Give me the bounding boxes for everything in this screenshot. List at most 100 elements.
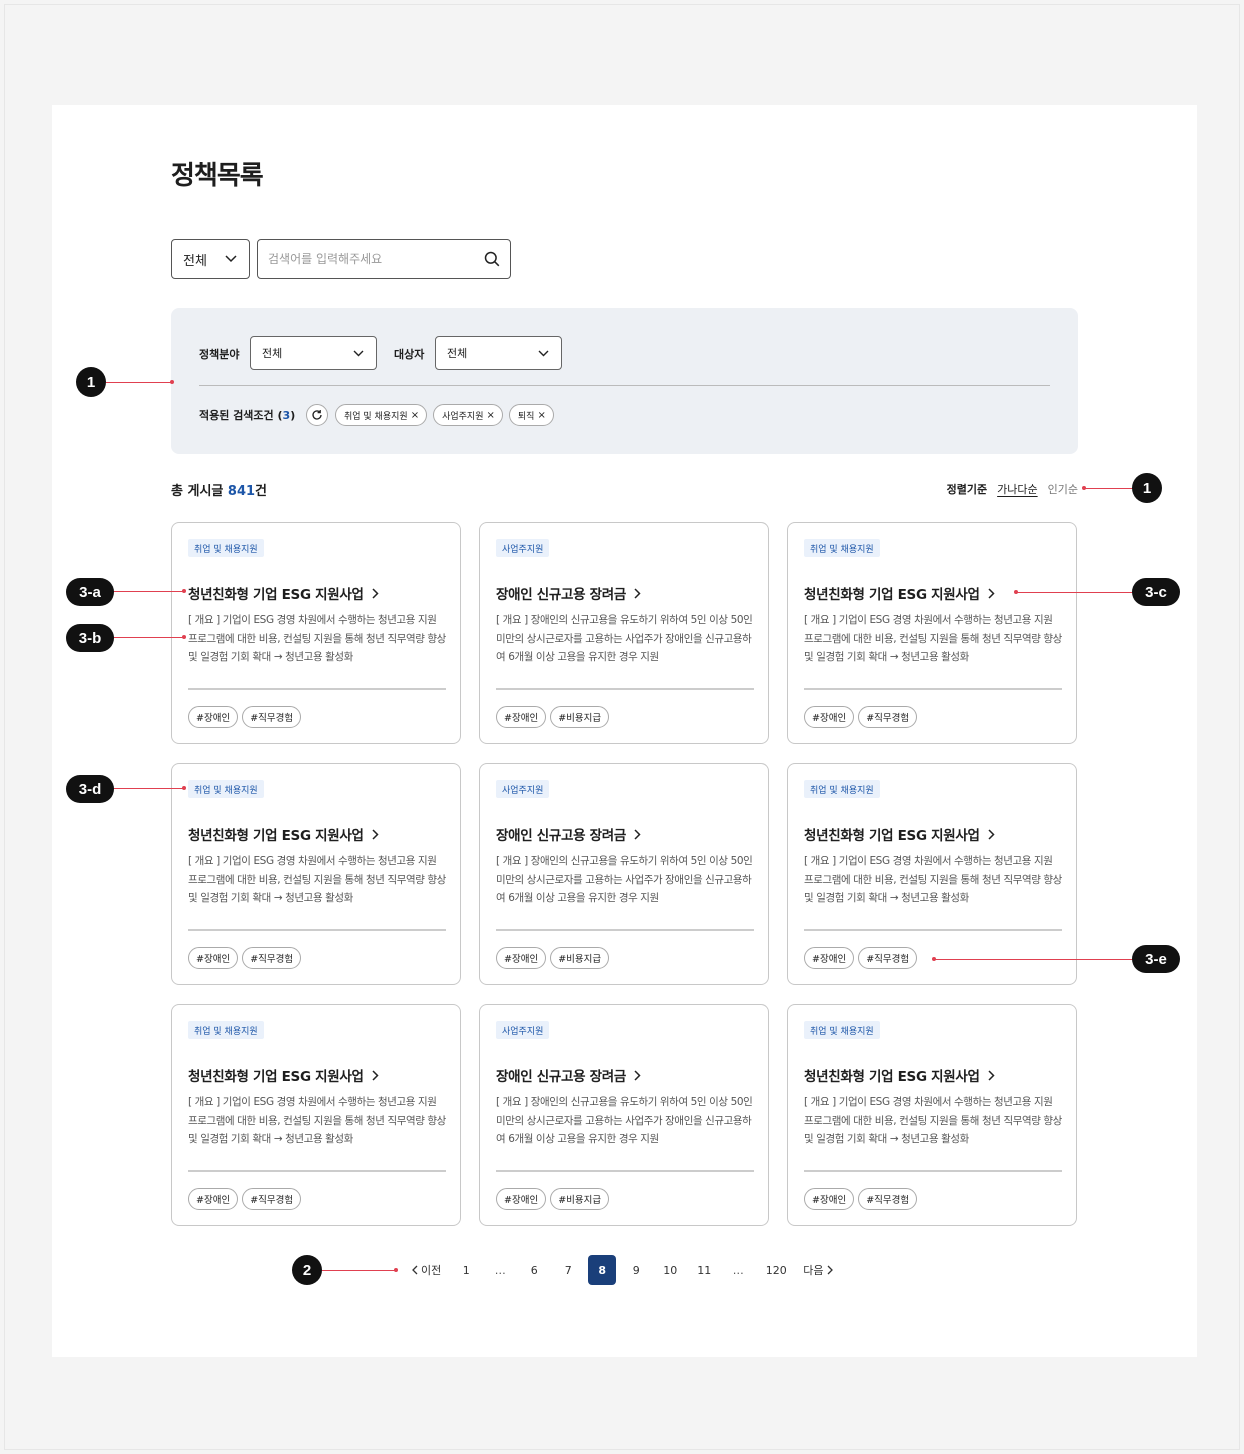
next-page-button[interactable]: 다음 [803,1262,833,1278]
policy-card[interactable]: 취업 및 채용지원청년친화형 기업 ESG 지원사업 [ 개요 ] 기업이 ESG… [787,763,1077,985]
applied-label-text: 적용된 검색조건 [199,409,274,422]
annotation-marker-title: 3-a [66,578,114,606]
policy-card[interactable]: 취업 및 채용지원 청년친화형 기업 ESG 지원사업 [ 개요 ] 기업이 ESG… [171,522,461,744]
total-prefix: 총 게시글 [171,484,224,499]
chevron-right-icon [827,1265,833,1275]
next-label: 다음 [803,1264,824,1277]
target-value: 전체 [447,347,468,360]
card-title-link[interactable]: 청년친화형 기업 ESG 지원사업 [188,824,379,844]
hashtag[interactable]: #장애인 [496,947,547,969]
page-link[interactable]: 6 [517,1264,551,1277]
card-title-link[interactable]: 장애인 신규고용 장려금 [496,583,641,603]
hashtag[interactable]: #장애인 [188,706,239,728]
card-title: 청년친화형 기업 ESG 지원사업 [188,828,364,844]
card-title: 청년친화형 기업 ESG 지원사업 [804,828,980,844]
hashtag[interactable]: #직무경험 [858,947,918,969]
search-input[interactable] [268,252,484,266]
hashtag[interactable]: #비용지급 [550,947,610,969]
policy-card[interactable]: 사업주지원 장애인 신규고용 장려금 [ 개요 ] 장애인의 신규고용을 유도하기 … [479,1004,769,1226]
policy-card[interactable]: 취업 및 채용지원청년친화형 기업 ESG 지원사업 [ 개요 ] 기업이 ESG… [171,763,461,985]
category-badge: 사업주지원 [496,1021,550,1039]
sort-alphabetical[interactable]: 가나다순 [997,481,1037,497]
chevron-right-icon [988,1069,995,1081]
hashtag[interactable]: #직무경험 [242,947,302,969]
annotation-dot [932,957,936,961]
hashtag[interactable]: #장애인 [804,1188,855,1210]
page-link[interactable]: 120 [755,1264,797,1277]
card-tags: #장애인 #비용지급 [496,706,610,728]
card-title-link[interactable]: 청년친화형 기업 ESG 지원사업 [188,583,379,603]
category-badge: 취업 및 채용지원 [804,539,880,557]
card-description: [ 개요 ] 장애인의 신규고용을 유도하기 위하여 5인 이상 50인 미만의… [496,855,753,904]
page-link[interactable]: 1 [449,1264,483,1277]
hashtag[interactable]: #비용지급 [550,1188,610,1210]
total-suffix: 건 [255,484,268,499]
card-title-link[interactable]: 청년친화형 기업 ESG 지원사업 [804,583,995,603]
annotation-line [106,382,172,383]
policy-card[interactable]: 취업 및 채용지원청년친화형 기업 ESG 지원사업 [ 개요 ] 기업이 ESG… [787,522,1077,744]
policy-card[interactable]: 사업주지원 장애인 신규고용 장려금 [ 개요 ] 장애인의 신규고용을 유도하기 … [479,522,769,744]
page-link[interactable]: 9 [619,1264,653,1277]
hashtag[interactable]: #장애인 [804,706,855,728]
card-title-link[interactable]: 청년친화형 기업 ESG 지원사업 [188,1065,379,1085]
hashtag[interactable]: #장애인 [188,947,239,969]
policy-field-select[interactable]: 전체 [250,336,377,370]
hashtag[interactable]: #장애인 [496,706,547,728]
chip-label: 사업주지원 [442,411,484,422]
page-link[interactable]: 11 [687,1264,721,1277]
hashtag[interactable]: #직무경험 [242,706,302,728]
target-label: 대상자 [394,348,425,361]
category-badge: 취업 및 채용지원 [804,780,880,798]
filter-divider [199,385,1050,386]
close-icon[interactable]: × [537,410,545,421]
policy-field-label: 정책분야 [199,348,240,361]
card-description: [ 개요 ] 기업이 ESG 경영 차원에서 수행하는 청년고용 지원 프로그램… [188,855,446,904]
chevron-down-icon [353,350,364,356]
page-current[interactable]: 8 [588,1255,617,1285]
annotation-dot [182,589,186,593]
card-title: 청년친화형 기업 ESG 지원사업 [188,587,364,603]
close-icon[interactable]: × [411,410,419,421]
target-select[interactable]: 전체 [435,336,562,370]
filter-chip[interactable]: 취업 및 채용지원 × [335,404,428,426]
page-link[interactable]: 7 [551,1264,585,1277]
card-description: [ 개요 ] 기업이 ESG 경영 차원에서 수행하는 청년고용 지원 프로그램… [804,855,1062,904]
card-tags: #장애인 #직무경험 [188,947,302,969]
card-title-link[interactable]: 장애인 신규고용 장려금 [496,824,641,844]
card-tags: #장애인 #직무경험 [804,947,918,969]
card-divider [188,1170,446,1172]
filter-chip[interactable]: 퇴직 × [508,404,554,426]
hashtag[interactable]: #장애인 [188,1188,239,1210]
hashtag[interactable]: #직무경험 [242,1188,302,1210]
card-title: 청년친화형 기업 ESG 지원사업 [804,1069,980,1085]
policy-card[interactable]: 사업주지원장애인 신규고용 장려금 [ 개요 ] 장애인의 신규고용을 유도하기 … [479,763,769,985]
refresh-icon [312,410,322,420]
hashtag[interactable]: #비용지급 [550,706,610,728]
policy-card[interactable]: 취업 및 채용지원 청년친화형 기업 ESG 지원사업 [ 개요 ] 기업이 ESG… [787,1004,1077,1226]
search-scope-select[interactable]: 전체 [171,239,250,279]
card-title-link[interactable]: 청년친화형 기업 ESG 지원사업 [804,824,995,844]
reset-filters-button[interactable] [306,404,328,426]
page-link[interactable]: 10 [653,1264,687,1277]
hashtag[interactable]: #직무경험 [858,706,918,728]
hashtag[interactable]: #장애인 [496,1188,547,1210]
card-tags: #장애인 #직무경험 [188,706,302,728]
policy-card[interactable]: 취업 및 채용지원 청년친화형 기업 ESG 지원사업 [ 개요 ] 기업이 ESG… [171,1004,461,1226]
prev-page-button[interactable]: 이전 [412,1262,441,1278]
category-badge: 취업 및 채용지원 [188,539,264,557]
annotation-marker-tags: 3-e [1132,945,1180,973]
hashtag[interactable]: #직무경험 [858,1188,918,1210]
hashtag[interactable]: #장애인 [804,947,855,969]
sort-popular[interactable]: 인기순 [1048,481,1078,497]
filter-chip[interactable]: 사업주지원 × [433,404,503,426]
category-badge: 취업 및 채용지원 [188,780,264,798]
card-divider [804,1170,1062,1172]
search-icon[interactable] [484,251,500,267]
card-title-link[interactable]: 청년친화형 기업 ESG 지원사업 [804,1065,995,1085]
annotation-dot [170,380,174,384]
category-badge: 사업주지원 [496,780,550,798]
card-title-link[interactable]: 장애인 신규고용 장려금 [496,1065,641,1085]
close-icon[interactable]: × [486,410,494,421]
card-description: [ 개요 ] 기업이 ESG 경영 차원에서 수행하는 청년고용 지원 프로그램… [804,614,1062,663]
annotation-marker-category: 3-d [66,775,114,803]
